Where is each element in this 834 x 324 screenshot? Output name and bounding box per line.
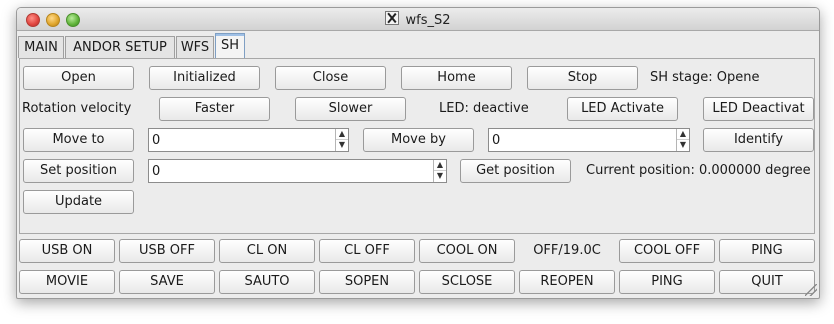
sauto-button[interactable]: SAUTO [219, 270, 315, 294]
usb-on-button[interactable]: USB ON [19, 239, 115, 263]
cool-status-text: OFF/19.0C [533, 243, 601, 258]
move-by-input[interactable] [489, 129, 672, 151]
spin-down-icon[interactable]: ▼ [434, 171, 446, 182]
move-to-input[interactable] [149, 129, 332, 151]
stage-status-text: SH stage: Opene [650, 70, 760, 85]
identify-button[interactable]: Identify [703, 128, 814, 152]
move-to-spinbox[interactable]: ▲ ▼ [148, 128, 349, 152]
led-deactivate-button[interactable]: LED Deactivat [703, 97, 814, 121]
faster-button[interactable]: Faster [159, 97, 270, 121]
move-by-button[interactable]: Move by [363, 128, 474, 152]
title-bar[interactable]: wfs_S2 [17, 8, 819, 31]
tab-andor-setup[interactable]: ANDOR SETUP [65, 36, 175, 58]
move-to-button[interactable]: Move to [23, 128, 134, 152]
sh-panel: Open Initialized Close Home Stop SH stag… [19, 58, 815, 234]
home-button[interactable]: Home [401, 66, 512, 90]
cool-on-button[interactable]: COOL ON [419, 239, 515, 263]
initialized-button[interactable]: Initialized [149, 66, 260, 90]
bottom-control-panel: USB ON USB OFF CL ON CL OFF COOL ON OFF/… [19, 236, 815, 296]
current-position-text: Current position: 0.000000 degree [586, 163, 811, 178]
cl-on-button[interactable]: CL ON [219, 239, 315, 263]
spin-up-icon[interactable]: ▲ [677, 129, 689, 140]
set-position-stepper[interactable]: ▲ ▼ [433, 160, 446, 182]
stop-button[interactable]: Stop [527, 66, 638, 90]
resize-grip-icon[interactable] [805, 284, 817, 296]
movie-button[interactable]: MOVIE [19, 270, 115, 294]
led-activate-button[interactable]: LED Activate [567, 97, 678, 121]
get-position-button[interactable]: Get position [460, 159, 571, 183]
reopen-button[interactable]: REOPEN [519, 270, 615, 294]
set-position-spinbox[interactable]: ▲ ▼ [148, 159, 447, 183]
spin-down-icon[interactable]: ▼ [677, 140, 689, 151]
ping-button-top[interactable]: PING [719, 239, 815, 263]
sopen-button[interactable]: SOPEN [319, 270, 415, 294]
sclose-button[interactable]: SCLOSE [419, 270, 515, 294]
rotation-velocity-label: Rotation velocity [22, 101, 132, 116]
app-window: wfs_S2 MAIN ANDOR SETUP WFS SH Open Init… [16, 7, 820, 299]
window-title-area: wfs_S2 [17, 11, 819, 28]
slower-button[interactable]: Slower [295, 97, 406, 121]
move-to-stepper[interactable]: ▲ ▼ [335, 129, 348, 151]
ping-button-bottom[interactable]: PING [619, 270, 715, 294]
update-button[interactable]: Update [23, 190, 134, 214]
spin-up-icon[interactable]: ▲ [434, 160, 446, 171]
usb-off-button[interactable]: USB OFF [119, 239, 215, 263]
tab-main[interactable]: MAIN [18, 36, 64, 58]
cool-off-button[interactable]: COOL OFF [619, 239, 715, 263]
close-button[interactable]: Close [275, 66, 386, 90]
spin-down-icon[interactable]: ▼ [336, 140, 348, 151]
led-status-text: LED: deactive [439, 101, 529, 116]
move-by-stepper[interactable]: ▲ ▼ [676, 129, 689, 151]
quit-button[interactable]: QUIT [719, 270, 815, 294]
set-position-button[interactable]: Set position [23, 159, 134, 183]
save-button[interactable]: SAVE [119, 270, 215, 294]
tab-sh[interactable]: SH [215, 33, 245, 58]
open-button[interactable]: Open [23, 66, 134, 90]
tab-wfs[interactable]: WFS [176, 36, 214, 58]
move-by-spinbox[interactable]: ▲ ▼ [488, 128, 690, 152]
spin-up-icon[interactable]: ▲ [336, 129, 348, 140]
window-title: wfs_S2 [405, 13, 451, 28]
set-position-input[interactable] [149, 160, 430, 182]
x11-icon [385, 11, 400, 25]
cl-off-button[interactable]: CL OFF [319, 239, 415, 263]
